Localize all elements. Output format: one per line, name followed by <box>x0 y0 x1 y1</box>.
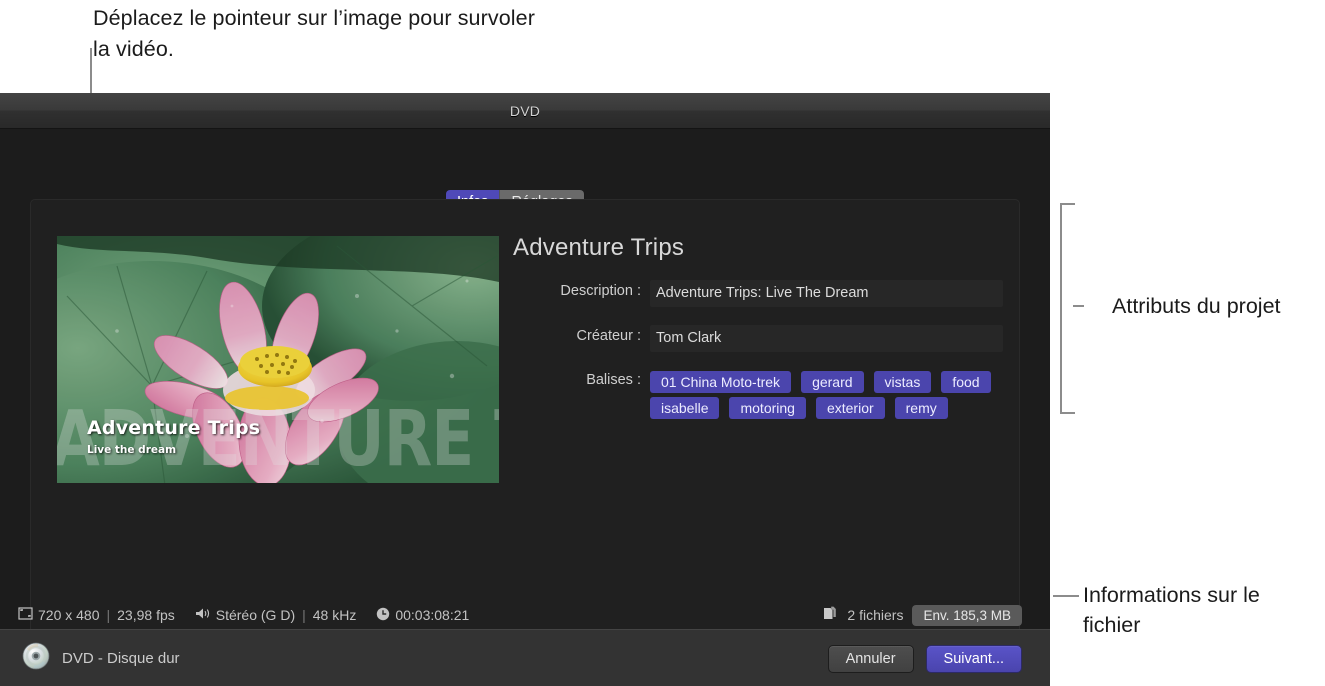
documents-icon <box>823 606 838 624</box>
video-thumbnail[interactable]: ADVENTURE TRIPS Adventure Trips Live the… <box>57 236 499 483</box>
project-title: Adventure Trips <box>513 234 685 261</box>
file-info-left: 720 x 480 | 23,98 fps Stéréo (G D) | 48 … <box>0 607 482 624</box>
tag-item[interactable]: remy <box>894 397 948 419</box>
duration-group: 00:03:08:21 <box>376 607 469 624</box>
thumbnail-watermark: ADVENTURE TRIPS <box>57 394 499 483</box>
tag-item[interactable]: isabelle <box>650 397 720 419</box>
window-body: Infos Réglages <box>0 129 1050 686</box>
project-attributes: Adventure Trips Description : Adventure … <box>513 234 1003 419</box>
description-field[interactable]: Adventure Trips: Live The Dream <box>650 280 1003 307</box>
field-row-description: Description : Adventure Trips: Live The … <box>513 280 1003 307</box>
content-panel: ADVENTURE TRIPS Adventure Trips Live the… <box>30 199 1020 645</box>
next-button[interactable]: Suivant... <box>925 644 1022 673</box>
thumbnail-overlay-title: Adventure Trips <box>87 417 261 439</box>
status-separator: | <box>302 607 306 623</box>
file-info-right: 2 fichiers Env. 185,3 MB <box>823 604 1050 626</box>
status-separator: | <box>106 607 111 623</box>
description-label: Description : <box>560 283 641 299</box>
tag-item[interactable]: vistas <box>873 371 932 393</box>
dvd-window: DVD Infos Réglages <box>0 93 1050 686</box>
project-attributes-tick <box>1073 305 1084 307</box>
creator-label: Créateur : <box>576 328 641 344</box>
thumbnail-overlay-subtitle: Live the dream <box>87 444 177 456</box>
tags-container: 01 China Moto-trek gerard vistas food is… <box>650 370 1003 419</box>
file-info-bar: 720 x 480 | 23,98 fps Stéréo (G D) | 48 … <box>0 600 1050 630</box>
cancel-button[interactable]: Annuler <box>827 644 914 673</box>
window-title: DVD <box>509 102 541 119</box>
file-info-dash <box>1053 595 1079 597</box>
audio-group: Stéréo (G D) | 48 kHz <box>195 607 357 623</box>
resolution-value: 720 x 480 <box>38 607 100 623</box>
tag-item[interactable]: gerard <box>801 371 864 393</box>
speaker-icon <box>195 607 211 623</box>
tag-item[interactable]: motoring <box>729 397 806 419</box>
project-attributes-bracket <box>1060 203 1075 414</box>
clock-icon <box>376 607 390 624</box>
samplerate-value: 48 kHz <box>312 607 357 623</box>
tag-item[interactable]: food <box>941 371 991 393</box>
callout-hover-video: Déplacez le pointeur sur l’image pour su… <box>93 6 535 61</box>
audio-value: Stéréo (G D) <box>215 607 296 623</box>
output-destination-label: DVD - Disque dur <box>62 650 180 667</box>
dvd-disc-icon <box>22 642 50 675</box>
bottom-toolbar: DVD - Disque dur Annuler Suivant... <box>0 629 1050 686</box>
files-count: 2 fichiers <box>847 607 904 623</box>
creator-field[interactable]: Tom Clark <box>650 325 1003 352</box>
annotation-file-info: Informations sur le fichier <box>1083 583 1260 637</box>
annotation-project-attributes: Attributs du projet <box>1112 294 1281 318</box>
estimated-size-badge: Env. 185,3 MB <box>912 604 1022 626</box>
toolbar-buttons: Annuler Suivant... <box>827 644 1050 673</box>
tag-item[interactable]: exterior <box>815 397 885 419</box>
field-row-tags: Balises : 01 China Moto-trek gerard vist… <box>513 370 1003 419</box>
window-titlebar: DVD <box>0 93 1050 129</box>
frame-size-icon <box>18 607 33 623</box>
tags-label: Balises : <box>586 372 641 388</box>
framerate-value: 23,98 fps <box>117 607 175 623</box>
field-row-creator: Créateur : Tom Clark <box>513 325 1003 352</box>
resolution-group: 720 x 480 | 23,98 fps <box>18 607 175 623</box>
duration-value: 00:03:08:21 <box>395 607 470 623</box>
tag-item[interactable]: 01 China Moto-trek <box>650 371 792 393</box>
